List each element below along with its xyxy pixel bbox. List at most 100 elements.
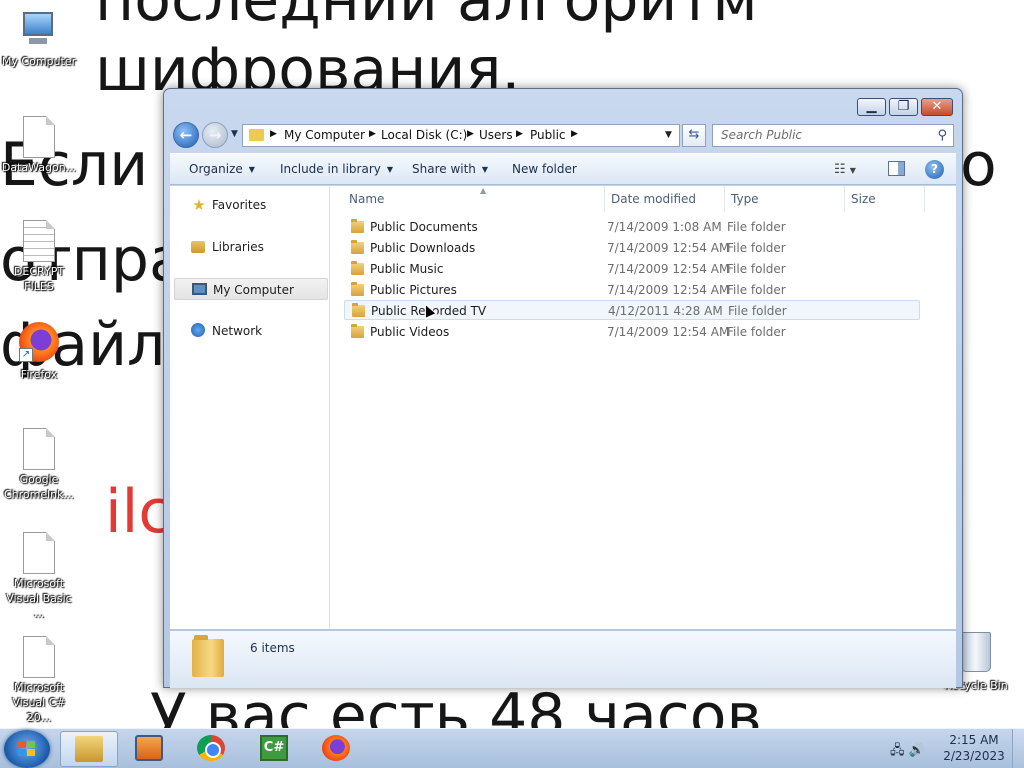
file-name: Public Pictures [370,283,457,297]
folder-icon [249,129,264,141]
details-pane: 6 items [170,630,956,688]
chevron-right-icon[interactable]: ▶ [516,129,523,139]
file-type: File folder [728,304,787,318]
column-header-label: Date modified [611,192,697,206]
folder-icon [351,219,364,233]
table-row[interactable]: Public Videos 7/14/2009 12:54 AM File fo… [344,322,920,342]
column-header-type[interactable]: Type [725,186,845,212]
back-button[interactable]: ← [173,122,199,148]
file-name: Public Music [370,262,444,276]
desktop-icon-visual-csharp[interactable]: Microsoft Visual C# 20... [0,636,78,725]
network-icon[interactable]: 🖧 [890,743,905,758]
column-header-size[interactable]: Size [845,186,925,212]
nav-item-favorites[interactable]: ★ Favorites [174,194,328,216]
table-row[interactable]: Public Downloads 7/14/2009 12:54 AM File… [344,238,920,258]
search-icon[interactable]: ⚲ [937,128,947,143]
maximize-button[interactable]: ❐ [889,98,918,116]
file-date: 7/14/2009 12:54 AM [607,262,730,276]
table-row[interactable]: Public Pictures 7/14/2009 12:54 AM File … [344,280,920,300]
breadcrumb-public[interactable]: Public [530,128,566,142]
chevron-down-icon: ▼ [248,165,255,174]
desktop-icon-label: Microsoft Visual C# 20... [12,681,66,724]
taskbar: C# 🖧 🔊 2:15 AM 2/23/2023 [0,728,1024,768]
nav-item-label: Favorites [212,198,267,212]
taskbar-explorer[interactable] [60,731,118,767]
nav-item-libraries[interactable]: Libraries [174,236,328,258]
desktop-icon-firefox[interactable]: ↗ Firefox [0,322,78,382]
desktop-icon-my-computer[interactable]: My Computer [0,10,78,69]
file-type: File folder [727,241,786,255]
folder-icon [352,303,365,317]
start-button[interactable] [4,730,50,768]
column-header-name[interactable]: ▲ Name [343,186,605,212]
document-icon [23,532,55,574]
forward-button[interactable]: → [202,122,228,148]
taskbar-media-player[interactable] [121,731,179,767]
breadcrumb-users[interactable]: Users [479,128,513,142]
chevron-right-icon[interactable]: ▶ [369,129,376,139]
document-icon [23,116,55,158]
desktop-icon-datawagon[interactable]: DataWagon... [0,116,78,175]
folder-icon [192,635,224,677]
file-date: 4/12/2011 4:28 AM [608,304,723,318]
organize-button[interactable]: Organize ▼ [189,162,255,176]
chevron-down-icon: ▼ [849,166,856,175]
desktop-icon-label: Google Chromelnk... [3,473,75,501]
share-with-button[interactable]: Share with ▼ [412,162,488,176]
forward-arrow-icon: → [208,126,222,144]
desktop-icon-visual-basic[interactable]: Microsoft Visual Basic ... [0,532,78,621]
file-date: 7/14/2009 12:54 AM [607,283,730,297]
chevron-right-icon[interactable]: ▶ [467,129,474,139]
breadcrumb-local-disk[interactable]: Local Disk (C:) [381,128,467,142]
address-bar[interactable]: ▶ My Computer ▶ Local Disk (C:) ▶ Users … [242,124,680,147]
column-header-date-modified[interactable]: Date modified [605,186,725,212]
explorer-icon [75,736,103,762]
wallpaper-text-line: У вас есть 48 часов [150,681,762,728]
volume-icon[interactable]: 🔊 [909,743,925,758]
chevron-right-icon[interactable]: ▶ [270,129,277,139]
refresh-icon: ⇆ [688,127,700,142]
taskbar-chrome[interactable] [183,731,241,767]
library-icon [191,241,205,253]
navigation-pane: ★ Favorites Libraries My Computer Networ… [170,186,330,629]
preview-pane-button[interactable] [888,161,905,176]
new-folder-button[interactable]: New folder [512,162,577,176]
table-row[interactable]: Public Documents 7/14/2009 1:08 AM File … [344,217,920,237]
firefox-icon: ↗ [19,322,59,362]
address-history-dropdown[interactable]: ▼ [665,130,672,140]
nav-item-network[interactable]: Network [174,320,328,342]
close-button[interactable]: ✕ [921,98,953,116]
wallpaper-text-line: о [960,130,997,200]
content-area: ★ Favorites Libraries My Computer Networ… [170,186,956,629]
desktop-icon-label: Firefox [20,368,58,381]
taskbar-firefox[interactable] [308,731,366,767]
show-desktop-button[interactable] [1012,729,1024,768]
breadcrumb-my-computer[interactable]: My Computer [284,128,365,142]
recent-pages-dropdown[interactable]: ▼ [231,129,238,139]
desktop-icon-google-chrome[interactable]: Google Chromelnk... [0,428,78,502]
chevron-right-icon[interactable]: ▶ [571,129,578,139]
desktop-icon-label: DECRYPT FILES [13,265,65,293]
include-in-library-button[interactable]: Include in library ▼ [280,162,393,176]
help-button[interactable]: ? [925,160,944,179]
search-box[interactable]: Search Public ⚲ [712,124,954,147]
column-header-label: Name [349,192,385,206]
clock[interactable]: 2:15 AM 2/23/2023 [940,732,1008,764]
computer-icon [19,10,59,48]
desktop-icon-label: DataWagon... [1,161,77,174]
clock-time: 2:15 AM [949,733,999,747]
minimize-button[interactable]: ▁ [857,98,886,116]
help-icon: ? [931,162,938,176]
nav-item-my-computer[interactable]: My Computer [174,278,328,300]
desktop-icon-decrypt-files[interactable]: DECRYPT FILES [0,220,78,294]
folder-icon [351,324,364,338]
table-row[interactable]: Public Music 7/14/2009 12:54 AM File fol… [344,259,920,279]
new-folder-label: New folder [512,162,577,176]
refresh-button[interactable]: ⇆ [682,124,706,147]
folder-icon [351,261,364,275]
network-icon [191,323,205,337]
file-type: File folder [727,220,786,234]
change-view-button[interactable]: ☷ ▼ [834,162,856,177]
taskbar-csharp[interactable]: C# [246,731,304,767]
column-header-label: Size [851,192,876,206]
